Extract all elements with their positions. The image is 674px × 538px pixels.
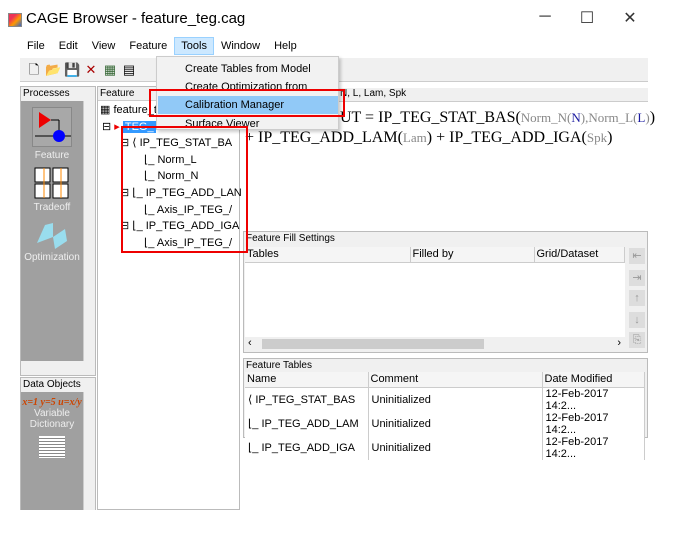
window-title: CAGE Browser - feature_teg.cag	[26, 10, 246, 27]
processes-header: Processes	[21, 87, 95, 100]
process-label: Optimization	[24, 252, 80, 263]
data-objects-header: Data Objects	[21, 378, 95, 391]
column-date-modified[interactable]: Date Modified	[542, 372, 645, 388]
table-grid-icon	[39, 436, 65, 458]
tree-node[interactable]: ⌊_ Norm_N	[144, 169, 198, 182]
tree-node[interactable]: ⌊_ Norm_L	[144, 153, 197, 166]
tree-node[interactable]: ⊟ ⌊_ IP_TEG_ADD_IGA	[120, 219, 239, 232]
optimization-icon	[37, 223, 67, 249]
process-label: Tradeoff	[33, 202, 71, 213]
delete-icon[interactable]: ✕	[83, 62, 99, 78]
data-objects-list: x=1 y=5 u=x/y Variable Dictionary	[21, 392, 83, 510]
export-icon[interactable]: ▤	[121, 62, 137, 78]
tree-node[interactable]: ⊟ ⟨ IP_TEG_STAT_BA	[120, 136, 232, 149]
menu-window[interactable]: Window	[214, 37, 267, 55]
menu-item-create-tables-from-model[interactable]: Create Tables from Model	[158, 60, 338, 78]
menu-edit[interactable]: Edit	[52, 37, 85, 55]
process-feature[interactable]: Feature	[21, 107, 83, 161]
tree-node[interactable]: ⌊_ Axis_IP_TEG_/	[144, 236, 232, 249]
save-icon[interactable]: 💾	[64, 62, 80, 78]
tree-node-label: feature_t	[113, 104, 157, 116]
column-comment[interactable]: Comment	[368, 372, 543, 388]
column-tables[interactable]: Tables	[245, 247, 411, 263]
column-name[interactable]: Name	[245, 372, 369, 388]
new-file-icon[interactable]: 🗋	[26, 62, 42, 78]
feature-tables-header: Feature Tables	[244, 359, 647, 372]
menu-help[interactable]: Help	[267, 37, 304, 55]
menu-file[interactable]: File	[20, 37, 52, 55]
menu-item-create-optimization-from-model[interactable]: Create Optimization from Model	[158, 78, 338, 90]
process-tradeoff[interactable]: Tradeoff	[21, 167, 83, 213]
variable-dictionary-icon: x=1 y=5 u=x/y	[22, 397, 82, 408]
maximize-button[interactable]: ☐	[572, 8, 602, 28]
tree-node-label: TEG_	[122, 121, 156, 133]
processes-pane: Processes Feature Tradeoff Optimization	[20, 86, 96, 376]
process-label: Feature	[34, 150, 70, 161]
data-objects-scrollbar[interactable]	[83, 392, 95, 510]
table-row[interactable]: ⟨ IP_TEG_STAT_BAS Uninitialized 12-Feb-201…	[245, 387, 645, 412]
remove-fill-button[interactable]: ⇥	[629, 270, 645, 286]
tree-node-teg[interactable]: ⊟ ▸ TEG_	[102, 120, 156, 133]
processes-scrollbar[interactable]	[83, 101, 95, 361]
processes-list: Feature Tradeoff Optimization	[21, 101, 83, 361]
tradeoff-icon	[34, 167, 69, 199]
matlab-app-icon	[8, 13, 22, 27]
close-button[interactable]: ✕	[615, 8, 645, 28]
table-row[interactable]: ⌊_ IP_TEG_ADD_LAM Uninitialized 12-Feb-201…	[245, 411, 645, 436]
open-folder-icon[interactable]: 📂	[45, 62, 61, 78]
menu-item-calibration-manager[interactable]: Calibration Manager	[158, 96, 338, 114]
move-down-icon[interactable]: ↓	[629, 312, 645, 328]
minimize-button[interactable]: ─	[530, 8, 560, 26]
menu-feature[interactable]: Feature	[122, 37, 174, 55]
tools-dropdown-menu: Create Tables from Model Create Optimiza…	[156, 56, 339, 130]
menu-view[interactable]: View	[85, 37, 123, 55]
feature-icon: ▸	[114, 121, 120, 133]
menu-tools[interactable]: Tools	[174, 37, 214, 55]
feature-tables-pane: Feature Tables Name Comment Date Modifie…	[243, 358, 648, 460]
data-objects-pane: Data Objects x=1 y=5 u=x/y Variable Dict…	[20, 377, 96, 510]
column-filled-by[interactable]: Filled by	[410, 247, 535, 263]
move-up-icon[interactable]: ↑	[629, 290, 645, 306]
add-fill-button[interactable]: ⇤	[629, 248, 645, 264]
tree-root-node[interactable]: ▦ feature_t	[100, 103, 157, 116]
table-row[interactable]: ⌊_ IP_TEG_ADD_IGA Uninitialized 12-Feb-201…	[245, 435, 645, 460]
feature-fill-settings-pane: Feature Fill Settings Tables Filled by G…	[243, 231, 648, 353]
import-icon[interactable]: ▦	[102, 62, 118, 78]
tree-node[interactable]: ⊟ ⌊_ IP_TEG_ADD_LAN	[120, 186, 242, 199]
copy-icon[interactable]: ⎘	[629, 332, 645, 348]
menu-item-surface-viewer[interactable]: Surface Viewer	[158, 115, 338, 129]
process-optimization[interactable]: Optimization	[21, 219, 83, 263]
fill-settings-header: Feature Fill Settings	[244, 232, 647, 245]
tree-node[interactable]: ⌊_ Axis_IP_TEG_/	[144, 203, 232, 216]
feature-icon	[32, 107, 72, 147]
data-object-label: Variable Dictionary	[29, 408, 75, 430]
fill-horizontal-scrollbar[interactable]: ‹ ›	[245, 337, 625, 351]
menubar: File Edit View Feature Tools Window Help	[20, 37, 304, 55]
feature-tree-pane: Feature ▦ feature_t ⊟ ▸ TEG_ ⊟ ⟨ IP_TEG_…	[97, 86, 242, 510]
data-object-variable-dictionary[interactable]: x=1 y=5 u=x/y Variable Dictionary	[21, 398, 83, 458]
column-grid-dataset[interactable]: Grid/Dataset	[534, 247, 625, 263]
